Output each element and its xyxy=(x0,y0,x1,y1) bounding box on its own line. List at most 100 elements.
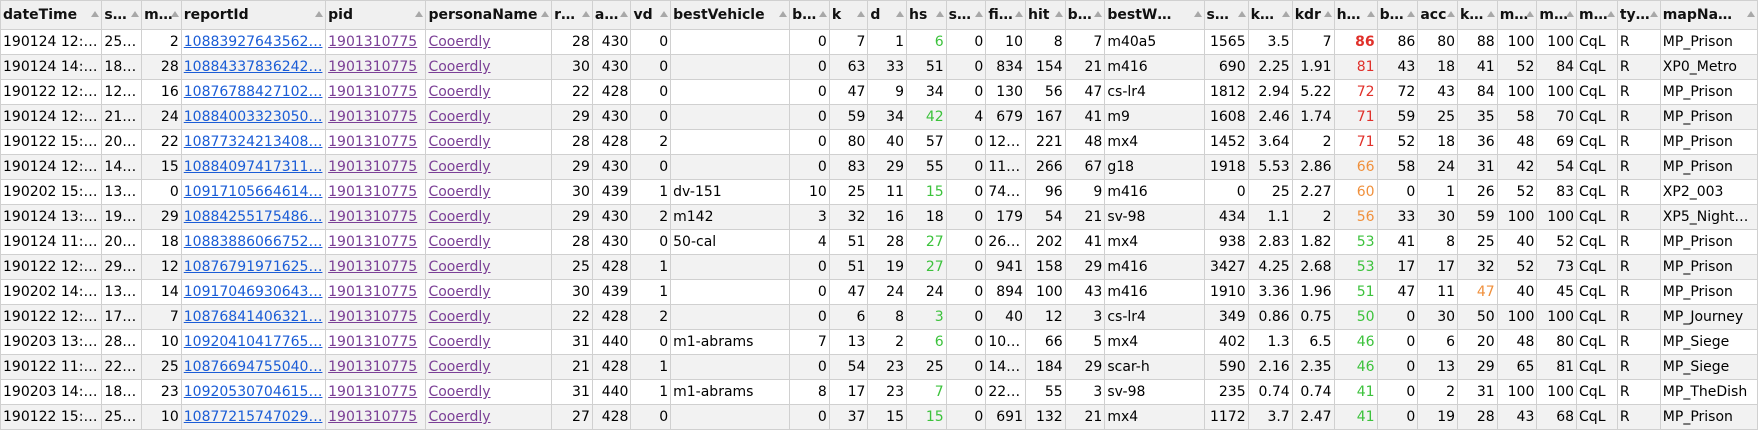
table-row[interactable]: 190203 13:31 2866 10 10920410417765… 1901310… xyxy=(0,329,1758,355)
sort-arrow-icon[interactable] xyxy=(1094,11,1103,17)
pid-link[interactable]: 1901310775 xyxy=(328,159,417,175)
pid-link[interactable]: 1901310775 xyxy=(328,34,417,50)
table-row[interactable]: 190122 11:50 2211 25 10876694755040… 1901310… xyxy=(0,354,1758,380)
sort-arrow-icon[interactable] xyxy=(1649,11,1658,17)
column-header-hs[interactable]: hs xyxy=(905,0,947,30)
column-header-min[interactable]: min xyxy=(141,0,182,30)
sort-arrow-icon[interactable] xyxy=(1281,11,1290,17)
column-header-reportid[interactable]: reportId xyxy=(180,0,327,30)
column-header-vd[interactable]: vd xyxy=(630,0,672,30)
column-header-rank[interactable]: rank xyxy=(551,0,593,30)
pid-link[interactable]: 1901310775 xyxy=(328,134,417,150)
column-header-spot[interactable]: spot xyxy=(945,0,987,30)
report-id-link[interactable]: 10876694755040… xyxy=(184,359,323,375)
sort-arrow-icon[interactable] xyxy=(975,11,984,17)
sort-arrow-icon[interactable] xyxy=(779,11,788,17)
report-id-link[interactable]: 10883886066752… xyxy=(184,234,323,250)
sort-arrow-icon[interactable] xyxy=(91,11,100,17)
persona-name-link[interactable]: Cooerdly xyxy=(428,159,490,175)
table-row[interactable]: 190122 15:22 2523 10 10877215747029… 1901310… xyxy=(0,404,1758,430)
column-header-type[interactable]: type xyxy=(1616,0,1661,30)
column-header-mapname[interactable]: mapNa… xyxy=(1659,0,1758,30)
sort-arrow-icon[interactable] xyxy=(857,11,866,17)
column-header-fired[interactable]: fired xyxy=(985,0,1026,30)
table-row[interactable]: 190124 12:07 2556 2 10883927643562… 19013107… xyxy=(0,29,1758,55)
report-id-link[interactable]: 10877215747029… xyxy=(184,409,323,425)
report-id-link[interactable]: 10883927643562… xyxy=(184,34,323,50)
report-id-link[interactable]: 10920410417765… xyxy=(184,334,323,350)
sort-arrow-icon[interactable] xyxy=(315,11,324,17)
report-id-link[interactable]: 10876791971625… xyxy=(184,259,323,275)
sort-arrow-icon[interactable] xyxy=(818,11,827,17)
sort-arrow-icon[interactable] xyxy=(1447,11,1456,17)
sort-arrow-icon[interactable] xyxy=(1054,11,1063,17)
persona-name-link[interactable]: Cooerdly xyxy=(428,34,490,50)
column-header-pid[interactable]: pid xyxy=(325,0,427,30)
column-header-spm[interactable]: spm xyxy=(1203,0,1249,30)
persona-name-link[interactable]: Cooerdly xyxy=(428,284,490,300)
sort-arrow-icon[interactable] xyxy=(1237,11,1246,17)
column-header-bwk[interactable]: bwk xyxy=(1064,0,1106,30)
column-header-bvk[interactable]: bvk xyxy=(789,0,830,30)
sort-arrow-icon[interactable] xyxy=(1566,11,1575,17)
pid-link[interactable]: 1901310775 xyxy=(328,309,417,325)
table-row[interactable]: 190202 14:50 1337 14 10917046930643… 1901310… xyxy=(0,279,1758,305)
persona-name-link[interactable]: Cooerdly xyxy=(428,209,490,225)
column-header-hskr[interactable]: hskr xyxy=(1333,0,1378,30)
column-header-hit[interactable]: hit xyxy=(1025,0,1066,30)
column-header-kph[interactable]: kph xyxy=(1457,0,1498,30)
column-header-k[interactable]: k xyxy=(828,0,869,30)
report-id-link[interactable]: 10884337836242… xyxy=(184,59,323,75)
column-header-bwhs[interactable]: bwhs xyxy=(1376,0,1419,30)
sort-arrow-icon[interactable] xyxy=(1606,11,1615,17)
report-id-link[interactable]: 10884003323050… xyxy=(184,109,323,125)
report-id-link[interactable]: 10917046930643… xyxy=(184,284,323,300)
sort-arrow-icon[interactable] xyxy=(935,11,944,17)
table-row[interactable]: 190122 15:57 2071 22 10877324213408… 1901310… xyxy=(0,129,1758,155)
table-row[interactable]: 190202 15:13 1347 0 10917105664614… 19013107… xyxy=(0,179,1758,205)
column-header-personaname[interactable]: personaName xyxy=(425,0,553,30)
sort-arrow-icon[interactable] xyxy=(1015,11,1023,17)
pid-link[interactable]: 1901310775 xyxy=(328,109,417,125)
sort-arrow-icon[interactable] xyxy=(1193,11,1202,17)
persona-name-link[interactable]: Cooerdly xyxy=(428,334,490,350)
persona-name-link[interactable]: Cooerdly xyxy=(428,109,490,125)
sort-arrow-icon[interactable] xyxy=(1486,11,1495,17)
report-id-link[interactable]: 10876841406321… xyxy=(184,309,323,325)
report-id-link[interactable]: 10884255175486… xyxy=(184,209,323,225)
sort-arrow-icon[interactable] xyxy=(620,11,629,17)
pid-link[interactable]: 1901310775 xyxy=(328,359,417,375)
table-row[interactable]: 190122 12:41 1799 7 10876841406321… 19013107… xyxy=(0,304,1758,330)
pid-link[interactable]: 1901310775 xyxy=(328,59,417,75)
column-header-bestvehicle[interactable]: bestVehicle xyxy=(670,0,791,30)
sort-arrow-icon[interactable] xyxy=(131,11,140,17)
persona-name-link[interactable]: Cooerdly xyxy=(428,234,490,250)
column-header-bestw[interactable]: bestW… xyxy=(1104,0,1205,30)
sort-arrow-icon[interactable] xyxy=(1323,11,1332,17)
column-header-acc[interactable]: acc xyxy=(1417,0,1459,30)
pid-link[interactable]: 1901310775 xyxy=(328,184,417,200)
sort-arrow-icon[interactable] xyxy=(170,11,179,17)
persona-name-link[interactable]: Cooerdly xyxy=(428,409,490,425)
persona-name-link[interactable]: Cooerdly xyxy=(428,84,490,100)
report-id-link[interactable]: 10877324213408… xyxy=(184,134,323,150)
column-header-kpm[interactable]: kpm xyxy=(1247,0,1293,30)
sort-arrow-icon[interactable] xyxy=(1366,11,1375,17)
column-header-max[interactable]: max xyxy=(1496,0,1538,30)
pid-link[interactable]: 1901310775 xyxy=(328,284,417,300)
column-header-datetime[interactable]: dateTime xyxy=(0,0,103,30)
pid-link[interactable]: 1901310775 xyxy=(328,334,417,350)
pid-link[interactable]: 1901310775 xyxy=(328,259,417,275)
column-header-mod[interactable]: mod xyxy=(1576,0,1618,30)
report-id-link[interactable]: 10917105664614… xyxy=(184,184,323,200)
column-header-kdr[interactable]: kdr xyxy=(1291,0,1335,30)
report-id-link[interactable]: 10920530704615… xyxy=(184,384,323,400)
persona-name-link[interactable]: Cooerdly xyxy=(428,259,490,275)
pid-link[interactable]: 1901310775 xyxy=(328,409,417,425)
sort-arrow-icon[interactable] xyxy=(415,11,424,17)
table-row[interactable]: 190124 12:13 2181 24 10884003323050… 1901310… xyxy=(0,104,1758,130)
table-row[interactable]: 190124 13:49 1952 29 10884255175486… 1901310… xyxy=(0,204,1758,230)
table-row[interactable]: 190124 11:24 2002 18 10883886066752… 1901310… xyxy=(0,229,1758,255)
sort-arrow-icon[interactable] xyxy=(1407,11,1416,17)
pid-link[interactable]: 1901310775 xyxy=(328,84,417,100)
